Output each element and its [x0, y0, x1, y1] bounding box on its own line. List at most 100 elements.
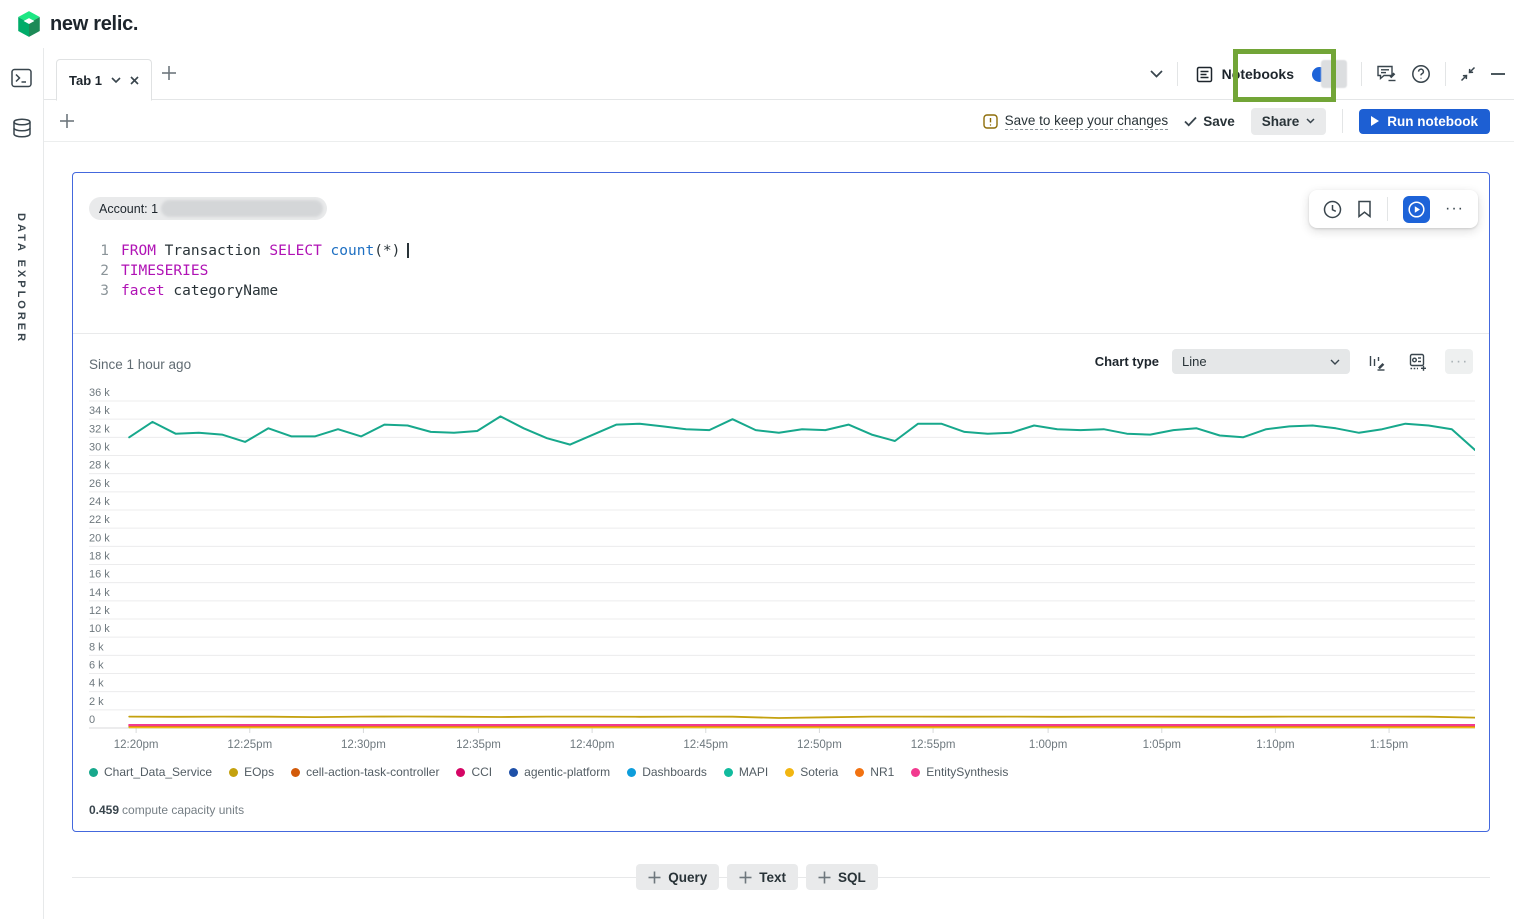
tab-chevron-down-icon[interactable] [111, 77, 121, 83]
legend-item[interactable]: EOps [229, 765, 274, 779]
new-relic-logo-icon [16, 10, 42, 38]
legend-item[interactable]: EntitySynthesis [911, 765, 1008, 779]
add-text-label: Text [759, 870, 786, 885]
run-cell-button[interactable] [1403, 196, 1430, 223]
chart-time-range-label: Since 1 hour ago [89, 357, 191, 372]
query-code[interactable]: 1FROM Transaction SELECT count(*)2TIMESE… [91, 241, 409, 301]
chart-legend: Chart_Data_Service EOps cell-action-task-c… [89, 765, 1008, 779]
plus-icon [739, 871, 752, 884]
svg-text:24 k: 24 k [89, 496, 110, 508]
legend-item[interactable]: Chart_Data_Service [89, 765, 212, 779]
svg-text:10 k: 10 k [89, 623, 110, 635]
legend-label: Soteria [800, 765, 838, 779]
query-console-icon[interactable] [11, 68, 32, 88]
svg-text:0: 0 [89, 714, 95, 726]
save-button[interactable]: Save [1184, 114, 1235, 129]
svg-text:12:55pm: 12:55pm [911, 739, 956, 751]
legend-label: Dashboards [642, 765, 707, 779]
notebooks-button[interactable]: Notebooks [1192, 60, 1298, 89]
svg-text:32 k: 32 k [89, 423, 110, 435]
legend-label: EOps [244, 765, 274, 779]
svg-text:28 k: 28 k [89, 460, 110, 472]
add-cell-row: Query Text SQL [0, 864, 1514, 890]
legend-item[interactable]: Dashboards [627, 765, 707, 779]
share-button[interactable]: Share [1251, 108, 1327, 135]
help-icon[interactable] [1411, 64, 1431, 84]
legend-item[interactable]: CCI [456, 765, 492, 779]
legend-item[interactable]: NR1 [855, 765, 894, 779]
chart-more-options-icon[interactable]: ··· [1445, 349, 1473, 374]
notebook-toolbar: Save to keep your changes Save Share Run… [44, 100, 1514, 142]
legend-item[interactable]: MAPI [724, 765, 768, 779]
add-to-dashboard-icon[interactable] [1404, 349, 1432, 374]
svg-text:12 k: 12 k [89, 605, 110, 617]
add-text-button[interactable]: Text [727, 864, 798, 890]
notebooks-icon [1196, 66, 1213, 83]
notebooks-label: Notebooks [1222, 66, 1294, 82]
add-cell-top-button[interactable] [59, 113, 75, 129]
divider [1361, 62, 1362, 86]
legend-dot [911, 768, 920, 777]
cell-more-options-icon[interactable]: ··· [1445, 204, 1464, 214]
edit-chart-icon[interactable] [1363, 349, 1391, 374]
header-chevron-down-icon[interactable] [1150, 70, 1163, 78]
chart-type-select[interactable]: Line [1172, 349, 1350, 374]
divider [1342, 109, 1343, 133]
blurred-account-block [1321, 60, 1347, 88]
svg-text:12:25pm: 12:25pm [227, 739, 272, 751]
add-tab-button[interactable] [160, 64, 178, 82]
legend-dot [785, 768, 794, 777]
plus-icon [648, 871, 661, 884]
divider [1177, 62, 1178, 86]
svg-text:12:35pm: 12:35pm [456, 739, 501, 751]
svg-text:22 k: 22 k [89, 514, 110, 526]
add-query-label: Query [668, 870, 707, 885]
tabbar-right-controls: Notebooks [1150, 48, 1506, 100]
legend-label: CCI [471, 765, 492, 779]
add-sql-label: SQL [838, 870, 866, 885]
legend-item[interactable]: Soteria [785, 765, 838, 779]
tab-1[interactable]: Tab 1 [56, 59, 152, 101]
legend-label: NR1 [870, 765, 894, 779]
svg-text:4 k: 4 k [89, 678, 104, 690]
history-clock-icon[interactable] [1323, 200, 1342, 219]
tab-1-label: Tab 1 [69, 73, 102, 88]
data-explorer-rail-label[interactable]: DATA EXPLORER [15, 213, 27, 344]
svg-text:18 k: 18 k [89, 551, 110, 563]
bookmark-icon[interactable] [1357, 200, 1372, 218]
chart-header: Since 1 hour ago Chart type Line [89, 349, 1473, 377]
legend-label: EntitySynthesis [926, 765, 1008, 779]
legend-dot [291, 768, 300, 777]
legend-dot [89, 768, 98, 777]
run-notebook-label: Run notebook [1387, 114, 1478, 129]
user-account-blurred[interactable] [1312, 60, 1347, 88]
new-relic-logo[interactable]: new relic. [16, 10, 138, 38]
collapse-icon[interactable] [1460, 66, 1476, 82]
data-explorer-icon[interactable] [12, 118, 32, 140]
svg-text:36 k: 36 k [89, 387, 110, 399]
tab-close-icon[interactable] [130, 76, 139, 85]
timeseries-chart[interactable]: 02 k4 k6 k8 k10 k12 k14 k16 k18 k20 k22 … [89, 387, 1475, 767]
account-selector[interactable]: Account: 1 [89, 197, 327, 220]
add-sql-button[interactable]: SQL [806, 864, 878, 890]
feedback-icon[interactable] [1376, 64, 1397, 84]
minimize-icon[interactable] [1490, 72, 1506, 76]
cell-divider [73, 333, 1489, 334]
cell-hover-toolbar: ··· [1309, 190, 1478, 228]
plus-icon [818, 871, 831, 884]
save-warning-text[interactable]: Save to keep your changes [1005, 113, 1169, 130]
brand-text: new relic. [50, 13, 138, 36]
legend-item[interactable]: cell-action-task-controller [291, 765, 439, 779]
svg-text:14 k: 14 k [89, 587, 110, 599]
legend-label: Chart_Data_Service [104, 765, 212, 779]
svg-text:2 k: 2 k [89, 696, 104, 708]
divider [1387, 197, 1388, 221]
save-button-label: Save [1203, 114, 1235, 129]
legend-item[interactable]: agentic-platform [509, 765, 610, 779]
run-notebook-button[interactable]: Run notebook [1359, 109, 1490, 134]
capacity-value: 0.459 [89, 803, 119, 817]
add-query-button[interactable]: Query [636, 864, 719, 890]
legend-label: agentic-platform [524, 765, 610, 779]
warning-icon [983, 114, 998, 129]
left-sidebar-rail: DATA EXPLORER [0, 48, 44, 919]
